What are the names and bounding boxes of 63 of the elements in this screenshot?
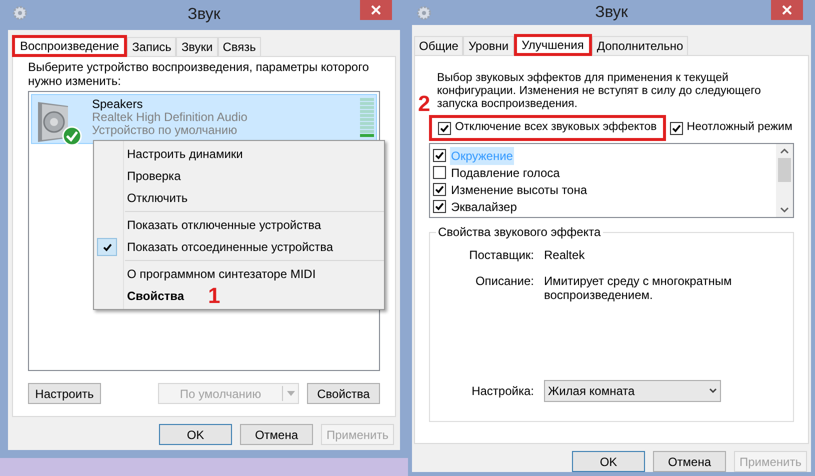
- panel-button[interactable]: Настроить: [28, 383, 101, 404]
- field-label: Описание:: [474, 274, 534, 290]
- annotation-number: 2: [418, 93, 430, 115]
- checkbox[interactable]: [433, 149, 446, 162]
- menu-item[interactable]: Свойства: [127, 287, 184, 305]
- dialog-button[interactable]: OK: [159, 424, 232, 445]
- window-title: Звук: [188, 5, 220, 25]
- tab[interactable]: Улучшения: [514, 34, 592, 56]
- group-title: Свойства звукового эффекта: [436, 225, 603, 239]
- menu-item[interactable]: О программном синтезаторе MIDI: [127, 265, 316, 283]
- checkbox[interactable]: [433, 200, 446, 213]
- provider-value: Realtek: [544, 248, 586, 262]
- dialog-button[interactable]: OK: [572, 451, 645, 472]
- tab[interactable]: Связь: [218, 37, 261, 56]
- tab[interactable]: Дополнительно: [592, 36, 688, 55]
- menu-item[interactable]: Показать отключенные устройства: [127, 216, 322, 234]
- effect-item[interactable]: Эквалайзер: [450, 198, 518, 216]
- menu-item[interactable]: Показать отсоединенные устройства: [127, 238, 334, 256]
- checkbox[interactable]: [433, 166, 446, 179]
- close-icon: [782, 5, 792, 15]
- check-icon: [440, 124, 449, 132]
- chevron-down-icon: [709, 388, 717, 394]
- dialog-button[interactable]: Отмена: [653, 451, 726, 472]
- check-icon: [672, 124, 681, 132]
- close-button[interactable]: [360, 0, 392, 20]
- description-text: Выбор звуковых эффектов для применения к текущей конфигурации. Изменения не вступят в силу до следующего запуска воспроизведения.: [436, 72, 762, 111]
- option-checkbox[interactable]: Неотложный режим: [670, 115, 792, 141]
- menu-item[interactable]: Проверка: [127, 167, 181, 185]
- close-icon: [371, 5, 381, 15]
- field-label: Поставщик:: [468, 248, 534, 262]
- device-status: Устройство по умолчанию: [92, 124, 238, 137]
- panel-button[interactable]: Свойства: [307, 383, 380, 404]
- menu-item[interactable]: Отключить: [127, 189, 188, 207]
- tab[interactable]: Звуки: [176, 37, 218, 56]
- gear-icon: [12, 5, 28, 21]
- description-value: Имитирует среду с многократным воспроизведением.: [544, 274, 733, 302]
- instruction-text: Выберите устройство воспроизведения, параметры которого нужно изменить:: [28, 60, 370, 88]
- checkbox[interactable]: [438, 122, 451, 134]
- annotation-number: 1: [208, 285, 220, 307]
- scrollbar[interactable]: [776, 144, 793, 217]
- effect-item[interactable]: Подавление голоса: [450, 164, 561, 182]
- check-icon: [435, 151, 444, 160]
- device-name: Speakers: [92, 98, 144, 111]
- gear-icon: [416, 5, 432, 21]
- device-row[interactable]: Speakers Realtek High Definition Audio Устройство по умолчанию: [31, 94, 377, 144]
- tab[interactable]: Воспроизведение: [12, 35, 128, 57]
- device-driver: Realtek High Definition Audio: [92, 111, 248, 124]
- tab[interactable]: Общие: [414, 36, 464, 55]
- window-title: Звук: [595, 2, 628, 22]
- close-button[interactable]: [771, 0, 803, 20]
- checkbox[interactable]: [670, 122, 683, 134]
- check-icon: [102, 242, 112, 252]
- effect-item[interactable]: Изменение высоты тона: [450, 180, 588, 198]
- dialog-button[interactable]: Отмена: [240, 424, 313, 445]
- tab[interactable]: Уровни: [463, 36, 514, 55]
- menu-item[interactable]: Настроить динамики: [127, 145, 243, 163]
- field-label: Настройка:: [470, 384, 534, 398]
- dropdown-arrow-icon: [286, 391, 294, 396]
- option-checkbox[interactable]: Отключение всех звуковых эффектов: [429, 115, 666, 141]
- tab[interactable]: Запись: [127, 37, 176, 56]
- scroll-thumb[interactable]: [778, 158, 791, 182]
- preset-dropdown[interactable]: Жилая комната: [544, 380, 721, 402]
- checkbox[interactable]: [433, 183, 446, 196]
